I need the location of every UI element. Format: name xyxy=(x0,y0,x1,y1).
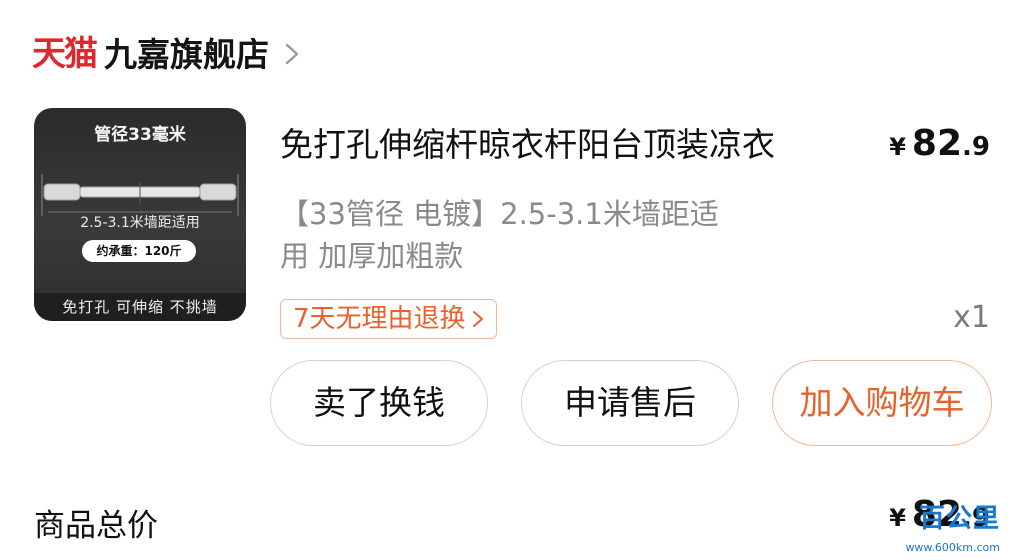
chevron-right-icon[interactable] xyxy=(281,41,303,67)
watermark: 百公里 www.600km.com xyxy=(874,496,1014,556)
store-header[interactable]: 天猫 九嘉旗舰店 xyxy=(32,30,303,78)
aftersale-button[interactable]: 申请售后 xyxy=(521,360,739,446)
sku-line-1: 【33管径 电镀】2.5-3.1米墙距适 xyxy=(280,197,719,231)
thumbnail-footer: 免打孔 可伸缩 不挑墙 xyxy=(34,293,246,321)
total-label: 商品总价 xyxy=(34,508,158,544)
sku-line-2: 用 加厚加粗款 xyxy=(280,239,464,273)
watermark-text: 百公里 xyxy=(918,504,1000,534)
price-currency: ¥ xyxy=(889,133,906,161)
chevron-right-icon xyxy=(472,311,483,327)
quantity: x1 xyxy=(953,300,990,335)
product-title[interactable]: 免打孔伸缩杆晾衣杆阳台顶装凉衣 xyxy=(280,125,775,165)
product-price: ¥82.9 xyxy=(889,126,990,162)
sell-button[interactable]: 卖了换钱 xyxy=(270,360,488,446)
return-policy-label: 7天无理由退换 xyxy=(293,304,466,334)
tmall-logo: 天猫 xyxy=(32,34,98,74)
thumbnail-capacity: 约承重：120斤 xyxy=(82,240,196,262)
thumbnail-title: 管径33毫米 xyxy=(94,125,186,145)
add-to-cart-button[interactable]: 加入购物车 xyxy=(772,360,992,446)
product-sku: 【33管径 电镀】2.5-3.1米墙距适 用 加厚加粗款 xyxy=(280,193,840,277)
store-name[interactable]: 九嘉旗舰店 xyxy=(104,38,269,71)
price-integer: 82 xyxy=(911,123,963,164)
return-policy-tag[interactable]: 7天无理由退换 xyxy=(280,299,497,339)
product-thumbnail[interactable]: 管径33毫米 2.5-3.1米墙距适用 约承重：120斤 免打孔 可伸缩 不挑墙 xyxy=(34,108,246,321)
watermark-url: www.600km.com xyxy=(905,541,1000,554)
thumbnail-range: 2.5-3.1米墙距适用 xyxy=(80,215,200,231)
price-decimal: .9 xyxy=(962,132,990,162)
